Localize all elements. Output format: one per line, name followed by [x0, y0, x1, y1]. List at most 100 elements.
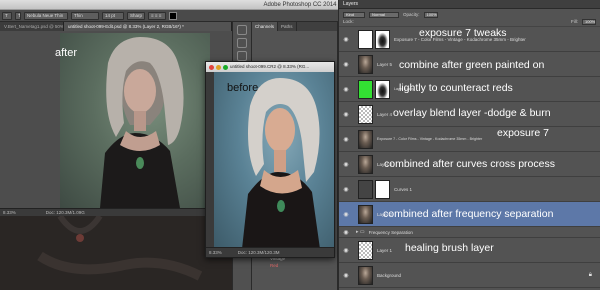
visibility-eye-icon[interactable]: ◉ — [342, 111, 350, 118]
minimize-icon[interactable] — [216, 64, 221, 70]
canvas-status-bar: 8.33% Doc: 120.3M/1.09G — [0, 208, 232, 216]
layer-annotation: combined after frequency separation — [383, 208, 554, 220]
layer-name[interactable]: Layer 1 — [377, 248, 392, 253]
antialias-select[interactable]: Sharp — [127, 11, 145, 20]
font-family-select[interactable]: Nebula Neue Thin — [24, 11, 68, 20]
before-overlay-label: before — [227, 82, 259, 94]
blend-mode-select[interactable]: Normal — [369, 11, 399, 18]
layers-panel: Layers Kind Normal Opacity: 100% Lock: F… — [338, 0, 600, 290]
adjustment-thumbnail — [358, 29, 373, 49]
layer-name[interactable]: Layer 4 — [377, 112, 392, 117]
document-tabs: V.Bert_Nametag1.psd @ 50% ( You... untit… — [0, 22, 232, 31]
layer-thumbnail — [358, 129, 373, 149]
tool-preset-picker[interactable]: T — [2, 11, 12, 20]
layer-mask-thumbnail[interactable] — [375, 79, 390, 99]
visibility-eye-icon[interactable]: ◉ — [342, 272, 350, 279]
channels-paths-tabs: Channels Paths — [252, 22, 337, 31]
font-size-select[interactable]: 14 pt — [102, 11, 124, 20]
before-window-title-bar[interactable]: untitled shoot-099.CR2 @ 8.33% (RG... — [206, 62, 334, 72]
layer-thumbnail — [358, 265, 373, 285]
layers-controls: Kind Normal Opacity: 100% Lock: Fill: 10… — [339, 9, 600, 27]
visibility-eye-icon[interactable]: ◉ — [342, 247, 350, 254]
visibility-eye-icon[interactable]: ◉ — [342, 61, 350, 68]
tab-paths[interactable]: Paths — [278, 22, 297, 31]
before-photo — [214, 72, 334, 249]
text-color-swatch[interactable] — [169, 11, 177, 20]
main-canvas[interactable]: after — [0, 31, 232, 208]
tab-channels[interactable]: Channels — [252, 22, 279, 31]
lasso-tool-icon[interactable] — [237, 51, 247, 61]
before-zoom-readout[interactable]: 8.33% — [209, 248, 222, 257]
layer-row[interactable]: ◉ Layer 5 combine after green painted on — [339, 52, 600, 77]
layer-annotation: combine after green painted on — [399, 59, 545, 71]
opacity-label: Opacity: — [403, 12, 420, 17]
layers-panel-title[interactable]: Layers — [339, 0, 600, 9]
lock-icon[interactable]: 🔒︎ — [589, 272, 592, 279]
marquee-tool-icon[interactable] — [237, 38, 247, 48]
options-bar: T ⇅ Nebula Neue Thin Thin 14 pt Sharp ≡ … — [0, 10, 338, 22]
zoom-icon[interactable] — [223, 64, 228, 70]
canvas-doc-size[interactable]: Doc: 120.3M/1.09G — [46, 209, 85, 216]
before-portrait-image — [242, 78, 320, 249]
layer-filter-select[interactable]: Kind — [343, 11, 365, 18]
visibility-eye-icon[interactable]: ◉ — [342, 211, 350, 218]
curves-adjustment-icon — [358, 179, 373, 199]
after-photo — [60, 33, 210, 208]
after-overlay-label: after — [55, 47, 78, 59]
layer-annotation: combined after curves cross process — [384, 158, 555, 170]
align-buttons[interactable]: ≡ ≡ ≡ — [148, 11, 166, 20]
fill-input[interactable]: 100% — [582, 18, 596, 25]
layer-mask-thumbnail[interactable] — [375, 29, 390, 49]
layer-row[interactable]: ◉ Layer 4 overlay blend layer -dodge & b… — [339, 102, 600, 127]
layer-thumbnail — [358, 204, 373, 224]
visibility-eye-icon[interactable]: ◉ — [342, 161, 350, 168]
layer-mask-thumbnail[interactable] — [375, 179, 390, 199]
doc-tab-nametag[interactable]: V.Bert_Nametag1.psd @ 50% ( You... — [0, 22, 64, 31]
visibility-eye-icon[interactable]: ◉ — [342, 186, 350, 193]
lock-label: Lock: — [343, 19, 354, 24]
visibility-eye-icon[interactable]: ◉ — [342, 229, 350, 236]
visibility-eye-icon[interactable]: ◉ — [342, 36, 350, 43]
layer-thumbnail — [358, 54, 373, 74]
before-window-title: untitled shoot-099.CR2 @ 8.33% (RG... — [230, 64, 310, 69]
layer-name[interactable]: Frequency Separation — [369, 230, 413, 235]
move-tool-icon[interactable] — [237, 25, 247, 35]
layer-row[interactable]: ◉ Curves 1 — [339, 177, 600, 202]
layer-thumbnail — [358, 79, 373, 99]
layer-annotation: healing brush layer — [405, 242, 494, 254]
layer-row-selected[interactable]: ◉ Layer 2 combined after frequency separ… — [339, 202, 600, 227]
layer-annotation: exposure 7 — [497, 127, 549, 139]
layer-name[interactable]: Layer 5 — [377, 62, 392, 67]
layer-row[interactable]: ◉ Background 🔒︎ — [339, 263, 600, 288]
lower-canvas-area — [0, 216, 232, 290]
layer-row[interactable]: ◉ Layer 3 combined after curves cross pr… — [339, 152, 600, 177]
layer-row[interactable]: ◉ Exposure 7 - Color Films - Vintage - K… — [339, 27, 600, 52]
visibility-eye-icon[interactable]: ◉ — [342, 86, 350, 93]
layer-row[interactable]: ◉ Layer 1 healing brush layer — [339, 238, 600, 263]
fill-label: Fill: — [571, 19, 578, 24]
layer-row[interactable]: ◉ Layer 5 copy lightly to counteract red… — [339, 77, 600, 102]
layer-name[interactable]: Curves 1 — [394, 187, 412, 192]
before-document-window[interactable]: untitled shoot-099.CR2 @ 8.33% (RG... be… — [205, 61, 335, 258]
font-style-select[interactable]: Thin — [71, 11, 99, 20]
opacity-input[interactable]: 100% — [423, 11, 438, 18]
visibility-eye-icon[interactable]: ◉ — [342, 136, 350, 143]
layer-thumbnail — [358, 240, 373, 260]
text-orientation-toggle[interactable]: ⇅ — [15, 11, 21, 20]
close-icon[interactable] — [209, 64, 214, 70]
before-status-bar: 8.33% Doc: 120.3M/120.3M — [206, 247, 334, 257]
layer-name[interactable]: Exposure 7 - Color Films - Vintage - Kod… — [377, 137, 482, 141]
side-item-red[interactable]: Red — [270, 262, 334, 269]
folder-icon[interactable]: ▸ ▭ — [356, 229, 365, 235]
doc-tab-edit[interactable]: untitled shoot-099-Edit.psd @ 8.33% (Lay… — [64, 22, 232, 31]
layer-thumbnail — [358, 104, 373, 124]
layer-annotation: exposure 7 tweaks — [419, 27, 507, 39]
layer-annotation: lightly to counteract reds — [399, 82, 513, 94]
layer-annotation: overlay blend layer -dodge & burn — [393, 107, 551, 119]
canvas-zoom-readout[interactable]: 8.33% — [3, 209, 16, 216]
layer-thumbnail — [358, 154, 373, 174]
layer-group-row[interactable]: ◉ ▸ ▭ Frequency Separation — [339, 227, 600, 238]
layer-name[interactable]: Background — [377, 273, 401, 278]
layer-row[interactable]: ◉ Exposure 7 - Color Films - Vintage - K… — [339, 127, 600, 152]
before-doc-size[interactable]: Doc: 120.3M/120.3M — [238, 248, 280, 257]
